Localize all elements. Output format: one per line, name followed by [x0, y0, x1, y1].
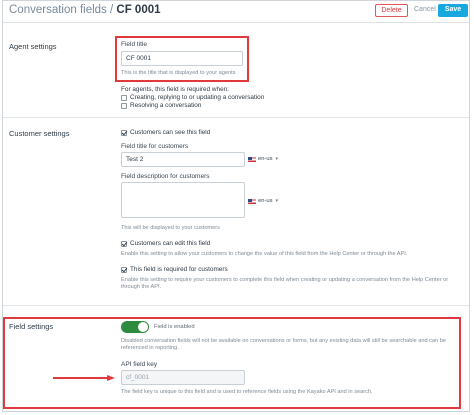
- checkbox-customers-can-see[interactable]: [121, 129, 127, 136]
- required-for-customers-label: This field is required for customers: [130, 266, 228, 273]
- customer-description-label: Field description for customers: [121, 173, 210, 180]
- section-divider: [3, 117, 469, 118]
- customer-title-locale-select[interactable]: en-us ▾: [248, 156, 278, 162]
- field-settings-label: Field settings: [9, 322, 54, 331]
- locale-label: en-us: [258, 198, 273, 204]
- toggle-knob: [138, 322, 148, 332]
- field-disabled-help: Disabled conversation fields will not be…: [121, 338, 446, 351]
- field-settings-highlight: [3, 317, 461, 409]
- field-enabled-toggle[interactable]: [121, 321, 149, 333]
- page-header: Conversation fields / CF 0001 Delete Can…: [3, 1, 469, 23]
- customer-description-help: This will be displayed to your customers: [121, 225, 220, 231]
- us-flag-icon: [248, 198, 256, 204]
- breadcrumb: Conversation fields / CF 0001: [9, 4, 161, 16]
- customer-description-textarea[interactable]: [121, 182, 245, 218]
- customer-settings-label: Customer settings: [9, 129, 70, 138]
- customers-can-edit-label: Customers can edit this field: [130, 240, 211, 247]
- customer-description-locale-select[interactable]: en-us ▾: [248, 198, 278, 204]
- save-button[interactable]: Save: [438, 4, 468, 17]
- agent-settings-label: Agent settings: [9, 42, 57, 51]
- breadcrumb-separator: /: [106, 4, 117, 16]
- arrow-right-icon: [53, 375, 115, 381]
- agent-required-label: For agents, this field is required when:: [121, 86, 229, 93]
- customer-title-label: Field title for customers: [121, 143, 189, 150]
- breadcrumb-conversation-fields-link[interactable]: Conversation fields: [9, 4, 107, 16]
- required-for-customers-help: Enable this setting to require your cust…: [121, 277, 449, 290]
- field-title-input[interactable]: CF 0001: [121, 51, 243, 66]
- checkbox-required-for-customers[interactable]: [121, 266, 127, 273]
- agent-required-replying-option[interactable]: Creating, replying to or updating a conv…: [121, 94, 264, 101]
- api-field-key-input: cf_0001: [121, 370, 245, 385]
- delete-button[interactable]: Delete: [375, 4, 408, 17]
- conversation-field-editor: Conversation fields / CF 0001 Delete Can…: [2, 0, 470, 412]
- checkbox-replying-label: Creating, replying to or updating a conv…: [130, 94, 265, 101]
- checkbox-resolving-label: Resolving a conversation: [130, 102, 202, 109]
- customers-can-edit-help: Enable this setting to allow your custom…: [121, 251, 408, 257]
- api-field-key-label: API field key: [121, 361, 158, 368]
- field-title-help: This is the title that is displayed to y…: [121, 70, 236, 76]
- breadcrumb-current: CF 0001: [116, 4, 161, 16]
- chevron-down-icon: ▾: [275, 156, 279, 162]
- customers-can-see-label: Customers can see this field: [130, 129, 211, 136]
- required-for-customers-option[interactable]: This field is required for customers: [121, 266, 228, 273]
- us-flag-icon: [248, 156, 256, 162]
- locale-label: en-us: [258, 156, 273, 162]
- field-title-label: Field title: [121, 41, 148, 48]
- customers-can-see-option[interactable]: Customers can see this field: [121, 129, 210, 136]
- agent-required-resolving-option[interactable]: Resolving a conversation: [121, 102, 201, 109]
- chevron-down-icon: ▾: [275, 198, 279, 204]
- customers-can-edit-option[interactable]: Customers can edit this field: [121, 240, 210, 247]
- api-field-key-help: The field key is unique to this field an…: [121, 389, 373, 395]
- checkbox-resolving[interactable]: [121, 102, 127, 109]
- checkbox-customers-can-edit[interactable]: [121, 240, 127, 247]
- checkbox-replying[interactable]: [121, 94, 127, 101]
- field-enabled-label: Field is enabled: [154, 324, 195, 330]
- cancel-button[interactable]: Cancel: [414, 4, 436, 17]
- section-divider: [3, 305, 469, 306]
- customer-title-input[interactable]: Test 2: [121, 152, 245, 167]
